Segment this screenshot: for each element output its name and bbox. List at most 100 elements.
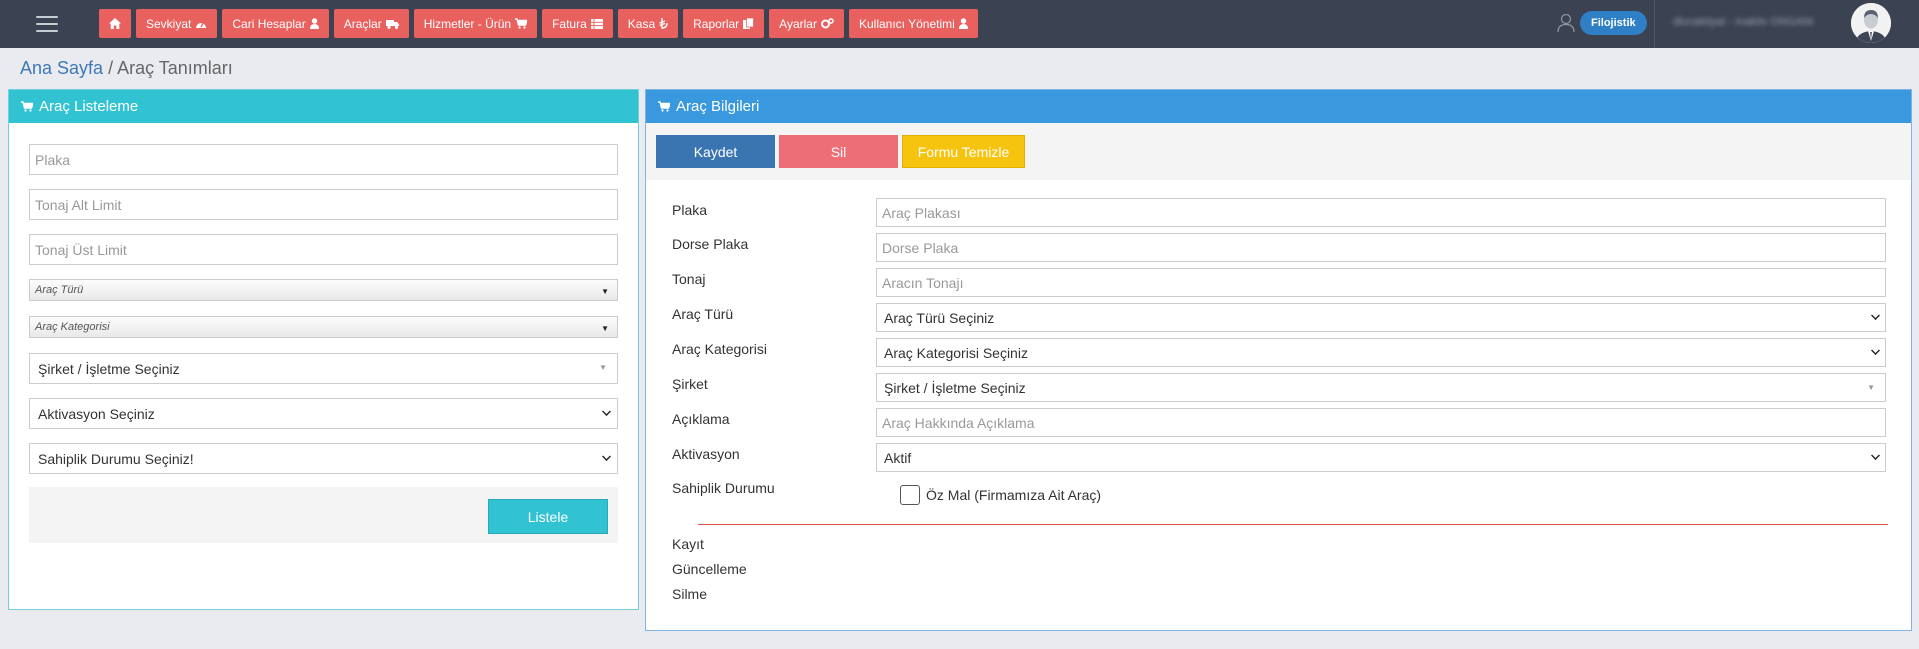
truck-icon	[385, 19, 399, 29]
vehicle-list-header: Araç Listeleme	[9, 90, 638, 123]
save-button[interactable]: Kaydet	[656, 135, 775, 168]
section-divider	[698, 524, 1888, 525]
vehicle-list-panel: Araç Listeleme Plaka Tonaj Alt Limit Ton…	[8, 89, 639, 610]
select-value: Sahiplik Durumu Seçiniz!	[38, 450, 194, 467]
aktivasyon-label: Aktivasyon	[672, 446, 740, 462]
cart-icon	[515, 18, 528, 29]
panel-title: Araç Bilgileri	[676, 98, 760, 115]
chevron-down-icon	[1871, 451, 1880, 460]
menu-item-label: Raporlar	[693, 16, 740, 31]
list-action-area: Listele	[29, 487, 618, 543]
select-value: Araç Türü Seçiniz	[884, 309, 995, 326]
cart-icon	[658, 101, 670, 112]
tonaj-label: Tonaj	[672, 271, 706, 287]
menu-item-raporlar[interactable]: Raporlar	[683, 9, 765, 38]
select-value: Şirket / İşletme Seçiniz	[884, 379, 1026, 396]
arac-turu-label: Araç Türü	[672, 306, 734, 322]
user-icon	[309, 18, 319, 29]
tonaj-alt-limit-input[interactable]: Tonaj Alt Limit	[29, 189, 618, 220]
caret-down-icon: ▼	[601, 287, 609, 296]
kayit-label: Kayıt	[672, 536, 704, 552]
menu-item-label: Hizmetler - Ürün	[423, 16, 512, 31]
menu-item-label: Fatura	[552, 16, 587, 31]
silme-label: Silme	[672, 586, 708, 602]
sahiplik-durumu-label: Sahiplik Durumu	[672, 480, 775, 496]
panel-title: Araç Listeleme	[39, 98, 139, 115]
aktivasyon-filter-select[interactable]: Aktivasyon Seçiniz	[29, 398, 618, 429]
main-menu: Sevkiyat Cari Hesaplar Araçlar Hizmetler…	[99, 9, 978, 38]
arac-turu-filter-select[interactable]: Araç Türü ▼	[29, 279, 618, 301]
menu-item-label: Sevkiyat	[146, 16, 192, 31]
aciklama-input[interactable]: Araç Hakkında Açıklama	[876, 408, 1886, 437]
guncelleme-label: Güncelleme	[672, 561, 747, 577]
sirket-select[interactable]: Şirket / İşletme Seçiniz ▼	[876, 373, 1886, 402]
user-icon	[958, 18, 968, 29]
list-icon	[590, 18, 603, 29]
cart-icon	[21, 101, 33, 112]
avatar[interactable]	[1851, 3, 1891, 43]
menu-item-araclar[interactable]: Araçlar	[333, 9, 409, 38]
menu-item-kasa[interactable]: Kasa	[617, 9, 679, 38]
menu-item-kullanici-yonetimi[interactable]: Kullanıcı Yönetimi	[848, 9, 978, 38]
top-navbar: Sevkiyat Cari Hesaplar Araçlar Hizmetler…	[0, 0, 1919, 48]
oz-mal-checkbox-row: Öz Mal (Firmamıza Ait Araç)	[900, 485, 1101, 505]
username[interactable]: dlunaktiyat - Inaktiv ONGANI	[1673, 16, 1848, 30]
plaka-input[interactable]: Araç Plakası	[876, 198, 1886, 227]
menu-item-label: Ayarlar	[779, 16, 817, 31]
clear-form-button[interactable]: Formu Temizle	[902, 135, 1025, 168]
menu-item-label: Kullanıcı Yönetimi	[858, 16, 955, 31]
breadcrumb-home-link[interactable]: Ana Sayfa	[20, 58, 103, 78]
vehicle-info-header: Araç Bilgileri	[646, 90, 1911, 123]
sirket-filter-select[interactable]: Şirket / İşletme Seçiniz ▼	[29, 353, 618, 384]
arac-kategorisi-label: Araç Kategorisi	[672, 341, 767, 357]
caret-down-icon: ▼	[599, 363, 607, 372]
sahiplik-filter-select[interactable]: Sahiplik Durumu Seçiniz!	[29, 443, 618, 474]
dorse-plaka-input[interactable]: Dorse Plaka	[876, 233, 1886, 262]
menu-item-label: Araçlar	[343, 16, 382, 31]
select-value: Aktif	[884, 449, 912, 466]
oz-mal-checkbox-label[interactable]: Öz Mal (Firmamıza Ait Araç)	[926, 487, 1101, 503]
plaka-label: Plaka	[672, 202, 708, 218]
menu-item-label: Kasa	[627, 16, 656, 31]
avatar-icon	[1851, 3, 1891, 43]
company-badge[interactable]: Filojistik	[1580, 11, 1647, 35]
select-value: Şirket / İşletme Seçiniz	[38, 360, 180, 377]
breadcrumb: Ana Sayfa / Araç Tanımları	[20, 58, 233, 79]
chevron-down-icon	[602, 407, 611, 416]
chevron-down-icon	[1871, 311, 1880, 320]
caret-down-icon: ▼	[1867, 383, 1875, 392]
dashboard-icon	[196, 21, 207, 28]
tonaj-ust-limit-input[interactable]: Tonaj Üst Limit	[29, 234, 618, 265]
menu-item-ayarlar[interactable]: Ayarlar	[769, 9, 844, 38]
select-value: Araç Kategorisi	[35, 321, 110, 333]
chevron-down-icon	[602, 452, 611, 461]
menu-item-sevkiyat[interactable]: Sevkiyat	[136, 9, 218, 38]
arac-turu-select[interactable]: Araç Türü Seçiniz	[876, 303, 1886, 332]
breadcrumb-current: Araç Tanımları	[117, 58, 233, 78]
menu-item-hizmetler-urun[interactable]: Hizmetler - Ürün	[413, 9, 538, 38]
dorse-plaka-label: Dorse Plaka	[672, 236, 749, 252]
lira-icon	[659, 18, 668, 29]
chevron-down-icon	[1871, 346, 1880, 355]
form-toolbar: Kaydet Sil Formu Temizle	[646, 123, 1911, 180]
breadcrumb-separator: /	[103, 58, 118, 78]
menu-item-fatura[interactable]: Fatura	[542, 9, 613, 38]
caret-down-icon: ▼	[601, 324, 609, 333]
plaka-filter-input[interactable]: Plaka	[29, 144, 618, 175]
select-value: Araç Kategorisi Seçiniz	[884, 344, 1028, 361]
cogs-icon	[820, 18, 834, 29]
oz-mal-checkbox[interactable]	[900, 485, 920, 505]
arac-kategorisi-select[interactable]: Araç Kategorisi Seçiniz	[876, 338, 1886, 367]
home-icon	[109, 18, 121, 29]
arac-kategorisi-filter-select[interactable]: Araç Kategorisi ▼	[29, 316, 618, 338]
user-outline-icon[interactable]	[1557, 13, 1575, 33]
delete-button[interactable]: Sil	[779, 135, 898, 168]
menu-item-home[interactable]	[99, 9, 131, 38]
list-button[interactable]: Listele	[488, 499, 608, 534]
hamburger-menu-icon[interactable]	[36, 16, 58, 32]
menu-item-label: Cari Hesaplar	[232, 16, 306, 31]
menu-item-cari-hesaplar[interactable]: Cari Hesaplar	[222, 9, 329, 38]
aktivasyon-select[interactable]: Aktif	[876, 443, 1886, 472]
select-value: Aktivasyon Seçiniz	[38, 405, 155, 422]
tonaj-input[interactable]: Aracın Tonajı	[876, 268, 1886, 297]
